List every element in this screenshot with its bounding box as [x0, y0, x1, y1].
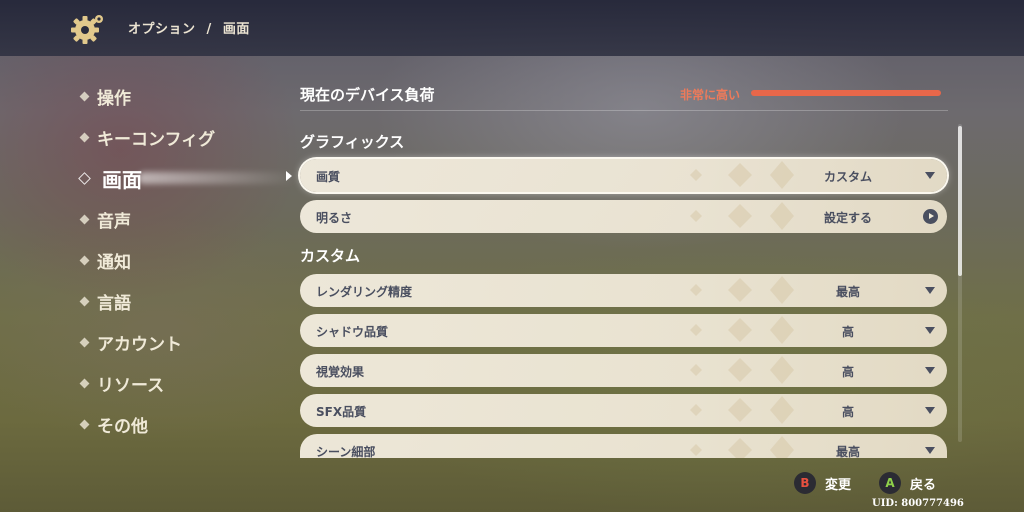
- diamond-outline-icon: [78, 172, 91, 185]
- setting-label: SFX品質: [316, 405, 367, 419]
- setting-value: 最高: [835, 285, 860, 299]
- sidebar-item-audio[interactable]: 音声: [78, 199, 298, 240]
- a-button-icon: A: [879, 472, 901, 494]
- sidebar-item-label: 通知: [97, 253, 131, 273]
- setting-row-quality[interactable]: 画質 カスタム: [300, 159, 947, 192]
- breadcrumb-section: オプション: [128, 22, 196, 37]
- sidebar: 操作 キーコンフィグ 画面 音声 通知 言語 アカウント リソース その他: [78, 76, 298, 445]
- sidebar-item-label: 言語: [97, 294, 131, 314]
- sidebar-item-display[interactable]: 画面: [78, 158, 298, 199]
- sidebar-item-label: リソース: [97, 376, 165, 396]
- setting-row-shadow-quality[interactable]: シャドウ品質 高: [300, 314, 947, 347]
- setting-value: カスタム: [823, 170, 872, 184]
- device-load-title: 現在のデバイス負荷: [300, 86, 435, 104]
- setting-row-sfx-quality[interactable]: SFX品質 高: [300, 394, 947, 427]
- sidebar-item-controls[interactable]: 操作: [78, 76, 298, 117]
- sidebar-item-label: その他: [97, 417, 148, 437]
- diamond-icon: [79, 337, 90, 348]
- setting-value: 高: [841, 405, 854, 419]
- diamond-icon: [79, 214, 90, 225]
- diamond-icon: [79, 91, 90, 102]
- breadcrumb-separator: /: [206, 22, 212, 37]
- sidebar-item-account[interactable]: アカウント: [78, 322, 298, 363]
- device-load-bar: [751, 90, 941, 96]
- diamond-icon: [79, 132, 90, 143]
- sidebar-item-label: 音声: [97, 212, 131, 232]
- triangle-down-icon: [925, 172, 935, 179]
- setting-value: 高: [841, 365, 854, 379]
- scrollbar-thumb[interactable]: [958, 126, 962, 276]
- triangle-down-icon: [925, 407, 935, 414]
- top-bar: オプション / 画面: [0, 0, 1024, 56]
- setting-label: レンダリング精度: [316, 285, 413, 299]
- triangle-down-icon: [925, 367, 935, 374]
- triangle-down-icon: [925, 327, 935, 334]
- setting-row-visual-effects[interactable]: 視覚効果 高: [300, 354, 947, 387]
- sidebar-item-label: アカウント: [97, 335, 182, 355]
- triangle-down-icon: [925, 287, 935, 294]
- diamond-icon: [79, 296, 90, 307]
- setting-label: シャドウ品質: [316, 325, 389, 339]
- change-button[interactable]: B 変更: [794, 472, 851, 494]
- setting-label: 明るさ: [316, 211, 353, 225]
- setting-value: 設定する: [823, 211, 872, 225]
- setting-label: シーン細部: [316, 445, 376, 458]
- setting-value: 最高: [835, 445, 860, 458]
- active-highlight: [138, 172, 298, 184]
- setting-value: 高: [841, 325, 854, 339]
- sidebar-item-key-config[interactable]: キーコンフィグ: [78, 117, 298, 158]
- diamond-icon: [79, 255, 90, 266]
- breadcrumb: オプション / 画面: [128, 18, 250, 37]
- circle-arrow-right-icon: [923, 209, 938, 224]
- b-button-icon: B: [794, 472, 816, 494]
- change-label: 変更: [825, 477, 852, 493]
- setting-row-brightness[interactable]: 明るさ 設定する: [300, 200, 947, 233]
- user-id: UID: 800777496: [872, 498, 964, 509]
- sidebar-item-other[interactable]: その他: [78, 404, 298, 445]
- sidebar-item-label: キーコンフィグ: [97, 130, 216, 150]
- triangle-down-icon: [925, 447, 935, 454]
- sidebar-item-language[interactable]: 言語: [78, 281, 298, 322]
- diamond-icon: [79, 419, 90, 430]
- sidebar-item-notifications[interactable]: 通知: [78, 240, 298, 281]
- setting-row-render-resolution[interactable]: レンダリング精度 最高: [300, 274, 947, 307]
- sidebar-item-label: 画面: [102, 168, 142, 192]
- setting-label: 画質: [316, 170, 341, 184]
- device-load-indicator: 現在のデバイス負荷 非常に高い: [300, 80, 948, 111]
- selection-pointer-icon: [286, 171, 292, 181]
- back-button[interactable]: A 戻る: [879, 472, 936, 494]
- device-load-status: 非常に高い: [679, 88, 740, 102]
- setting-row-scene-detail[interactable]: シーン細部 最高: [300, 434, 947, 458]
- section-heading-custom: カスタム: [300, 247, 361, 265]
- setting-label: 視覚効果: [316, 365, 365, 379]
- section-heading-graphics: グラフィックス: [300, 133, 405, 151]
- back-label: 戻る: [910, 477, 937, 493]
- sidebar-item-resources[interactable]: リソース: [78, 363, 298, 404]
- gear-icon: [71, 15, 103, 44]
- breadcrumb-page: 画面: [222, 22, 250, 37]
- diamond-icon: [79, 378, 90, 389]
- sidebar-item-label: 操作: [97, 89, 131, 109]
